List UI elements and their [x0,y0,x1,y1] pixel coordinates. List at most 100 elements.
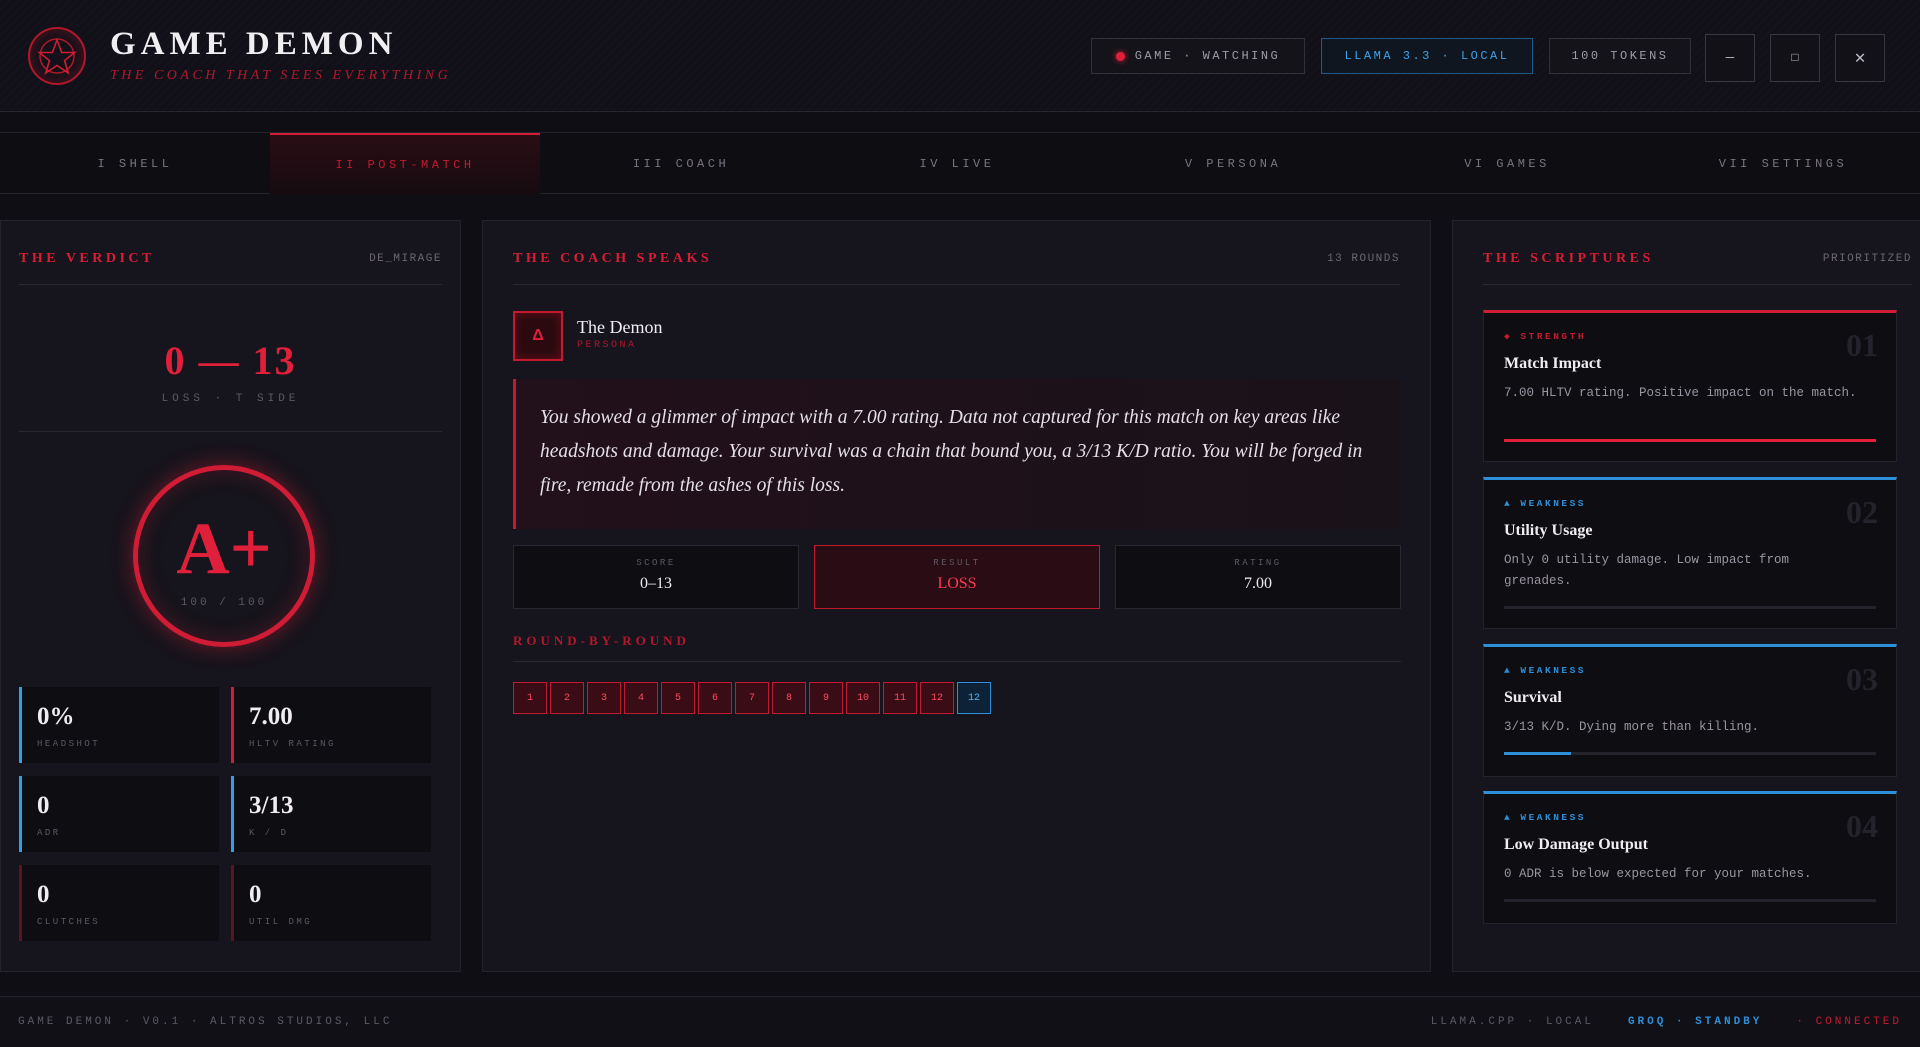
rounds-count: 13 ROUNDS [1327,253,1400,265]
stat-util-dmg: 0 UTIL DMG [231,865,431,941]
verdict-title: THE VERDICT [19,251,155,266]
stat-label: HEADSHOT [37,739,101,749]
stat-label: K / D [249,828,289,838]
metric-rating: RATING 7.00 [1115,545,1401,609]
scripture-card[interactable]: ▲ WEAKNESS 03 Survival 3/13 K/D. Dying m… [1483,644,1897,777]
metric-score: SCORE 0–13 [513,545,799,609]
demon-avatar-icon: Δ [513,311,563,361]
round-button[interactable]: 9 [809,682,843,714]
card-description: 3/13 K/D. Dying more than killing. [1504,720,1760,734]
round-button[interactable]: 2 [550,682,584,714]
grade-ring: A+ 100 / 100 [133,465,315,647]
card-level-bar [1504,899,1876,902]
metric-label: RESULT [933,558,981,568]
card-description: 0 ADR is below expected for your matches… [1504,867,1812,881]
stat-kd: 3/13 K / D [231,776,431,852]
round-button[interactable]: 5 [661,682,695,714]
tab-post-match[interactable]: II POST-MATCH [270,133,540,195]
round-button[interactable]: 12 [957,682,991,714]
card-title: Survival [1504,689,1562,706]
round-button[interactable]: 12 [920,682,954,714]
scripture-card[interactable]: ▲ WEAKNESS 04 Low Damage Output 0 ADR is… [1483,791,1897,924]
tab-games[interactable]: VI GAMES [1372,133,1642,195]
tab-label: I SHELL [97,157,173,171]
coach-header: THE COACH SPEAKS 13 ROUNDS [513,251,1400,285]
close-button[interactable]: ✕ [1835,34,1885,82]
round-button[interactable]: 7 [735,682,769,714]
card-level-fill [1504,752,1571,755]
grade-score: 100 / 100 [180,597,268,609]
round-button[interactable]: 11 [883,682,917,714]
card-title: Low Damage Output [1504,836,1649,853]
tab-label: VI GAMES [1464,157,1550,171]
metric-result: RESULT LOSS [814,545,1100,609]
tokens-badge: 100 TOKENS [1549,38,1691,74]
scripture-card[interactable]: ◆ STRENGTH 01 Match Impact 7.00 HLTV rat… [1483,310,1897,462]
live-dot-icon [1115,51,1125,61]
divider [19,431,442,432]
card-tag: ▲ WEAKNESS [1504,498,1587,509]
scripture-card[interactable]: ▲ WEAKNESS 02 Utility Usage Only 0 utili… [1483,477,1897,629]
card-level-bar [1504,752,1876,755]
coach-role: PERSONA [577,340,637,351]
app-subtitle: THE COACH THAT SEES EVERYTHING [110,68,452,83]
tab-label: IV LIVE [919,157,995,171]
card-level-bar [1504,606,1876,609]
close-icon: ✕ [1854,49,1866,69]
stat-label: CLUTCHES [37,917,101,927]
prioritized-label: PRIORITIZED [1822,253,1912,265]
tab-shell[interactable]: I SHELL [0,133,270,195]
coach-panel: THE COACH SPEAKS 13 ROUNDS Δ The Demon P… [482,220,1431,972]
tab-label: V PERSONA [1184,157,1282,171]
tab-label: VII SETTINGS [1718,157,1848,171]
minimize-icon: — [1725,50,1735,66]
stat-label: UTIL DMG [249,917,313,927]
tab-label: II POST-MATCH [335,158,475,172]
main-tabs: I SHELL II POST-MATCH III COACH IV LIVE … [0,132,1920,195]
round-button[interactable]: 1 [513,682,547,714]
metric-value: 0–13 [640,575,672,592]
stat-value: 0 [37,881,50,908]
card-tag: ▲ WEAKNESS [1504,665,1587,676]
match-result-side: LOSS · T SIDE [161,393,300,405]
card-title: Utility Usage [1504,522,1593,539]
tab-persona[interactable]: V PERSONA [1098,133,1368,195]
round-button[interactable]: 10 [846,682,880,714]
connection-status: · CONNECTED [1796,1016,1902,1028]
app-title: GAME DEMON [110,26,398,62]
round-button[interactable]: 6 [698,682,732,714]
round-button[interactable]: 8 [772,682,806,714]
footer-version: GAME DEMON · V0.1 · ALTROS STUDIOS, LLC [18,1016,393,1028]
divider [513,661,1401,662]
round-button[interactable]: 4 [624,682,658,714]
maximize-button[interactable]: □ [1770,34,1820,82]
tab-settings[interactable]: VII SETTINGS [1648,133,1918,195]
grade-value: A+ [176,508,272,590]
stat-value: 0 [37,792,50,819]
tokens-text: 100 TOKENS [1571,49,1669,63]
stat-adr: 0 ADR [19,776,219,852]
card-title: Match Impact [1504,355,1602,372]
engine-status: LLAMA.CPP · LOCAL [1430,1016,1594,1028]
model-badge[interactable]: LLAMA 3.3 · LOCAL [1321,38,1533,74]
game-status-badge: GAME · WATCHING [1091,38,1305,74]
metric-label: RATING [1234,558,1282,568]
stat-value: 3/13 [249,792,294,819]
scriptures-header: THE SCRIPTURES PRIORITIZED [1483,251,1912,285]
tab-live[interactable]: IV LIVE [822,133,1092,195]
tab-label: III COACH [632,157,730,171]
metric-label: SCORE [636,558,676,568]
card-level-bar [1504,439,1876,442]
tab-coach[interactable]: III COACH [546,133,816,195]
scriptures-title: THE SCRIPTURES [1483,251,1654,266]
stat-hltv-rating: 7.00 HLTV RATING [231,687,431,763]
groq-status: GROQ · STANDBY [1627,1016,1763,1028]
status-footer: GAME DEMON · V0.1 · ALTROS STUDIOS, LLC … [0,996,1920,1047]
stat-label: HLTV RATING [249,739,336,749]
metric-value: LOSS [937,575,977,592]
metric-value: 7.00 [1244,575,1272,592]
minimize-button[interactable]: — [1705,34,1755,82]
map-name: DE_MIRAGE [369,253,442,265]
round-button[interactable]: 3 [587,682,621,714]
card-description: Only 0 utility damage. Low impact from g… [1504,553,1790,588]
